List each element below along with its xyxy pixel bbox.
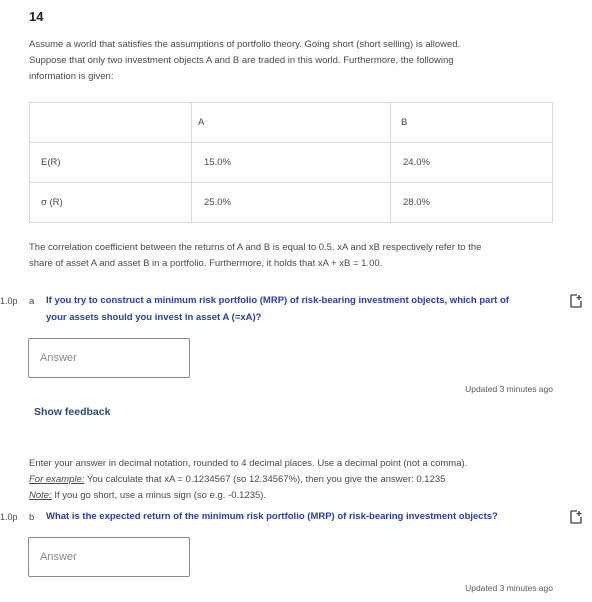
part-letter-b: b <box>29 512 35 523</box>
points-label-b: 1.0p <box>0 512 18 522</box>
flag-question-icon[interactable] <box>569 294 583 308</box>
table-header-cell: A <box>191 102 391 143</box>
part-letter-a: a <box>29 296 35 307</box>
data-table: A B E(R) 15.0% 24.0% σ (R) 25.0% 28.0% <box>29 102 553 223</box>
example-label: For example: <box>29 474 85 485</box>
correlation-paragraph: The correlation coefficient between the … <box>29 240 549 272</box>
table-cell: 25.0% <box>191 182 391 223</box>
answer-input-a[interactable] <box>28 338 190 378</box>
flag-question-icon[interactable] <box>569 510 583 524</box>
intro-line: Suppose that only two investment objects… <box>29 55 454 66</box>
updated-status-b: Updated 3 minutes ago <box>465 583 553 593</box>
answer-input-b[interactable] <box>28 537 190 577</box>
note-label: Note: <box>29 490 52 501</box>
intro-line: information is given: <box>29 71 114 82</box>
table-header-row: A B <box>29 102 553 143</box>
table-header-b: B <box>401 117 408 128</box>
question-line: your assets should you invest in asset A… <box>46 312 262 323</box>
instruction-note: Note: If you go short, use a minus sign … <box>29 488 467 504</box>
answer-instructions: Enter your answer in decimal notation, r… <box>29 456 467 504</box>
table-header-cell: B <box>390 102 553 143</box>
table-cell: 24.0% <box>390 142 553 183</box>
note-text: If you go short, use a minus sign (so e.… <box>51 490 267 501</box>
correlation-line: share of asset A and asset B in a portfo… <box>29 258 383 269</box>
intro-line: Assume a world that satisfies the assump… <box>29 39 461 50</box>
question-line: What is the expected return of the minim… <box>46 511 498 522</box>
question-line: If you try to construct a minimum risk p… <box>46 295 509 306</box>
instruction-line: Enter your answer in decimal notation, r… <box>29 458 468 469</box>
intro-paragraph: Assume a world that satisfies the assump… <box>29 37 549 85</box>
table-cell: 15.0% <box>191 142 391 183</box>
table-row: E(R) 15.0% 24.0% <box>29 142 553 183</box>
question-text-b: What is the expected return of the minim… <box>46 508 556 525</box>
points-label-a: 1.0p <box>0 296 18 306</box>
table-cell: 28.0% <box>390 182 553 223</box>
table-header-a: A <box>198 117 205 128</box>
table-row-label: E(R) <box>29 142 192 183</box>
updated-status-a: Updated 3 minutes ago <box>465 384 553 394</box>
show-feedback-link[interactable]: Show feedback <box>34 406 110 418</box>
example-text: You calculate that xA = 0.1234567 (so 12… <box>84 474 446 485</box>
correlation-line: The correlation coefficient between the … <box>29 242 482 253</box>
question-number: 14 <box>29 9 44 24</box>
instruction-example: For example: You calculate that xA = 0.1… <box>29 472 467 488</box>
question-text-a: If you try to construct a minimum risk p… <box>46 292 556 326</box>
table-header-cell <box>29 102 192 143</box>
table-row: σ (R) 25.0% 28.0% <box>29 182 553 223</box>
table-row-label: σ (R) <box>29 182 192 223</box>
